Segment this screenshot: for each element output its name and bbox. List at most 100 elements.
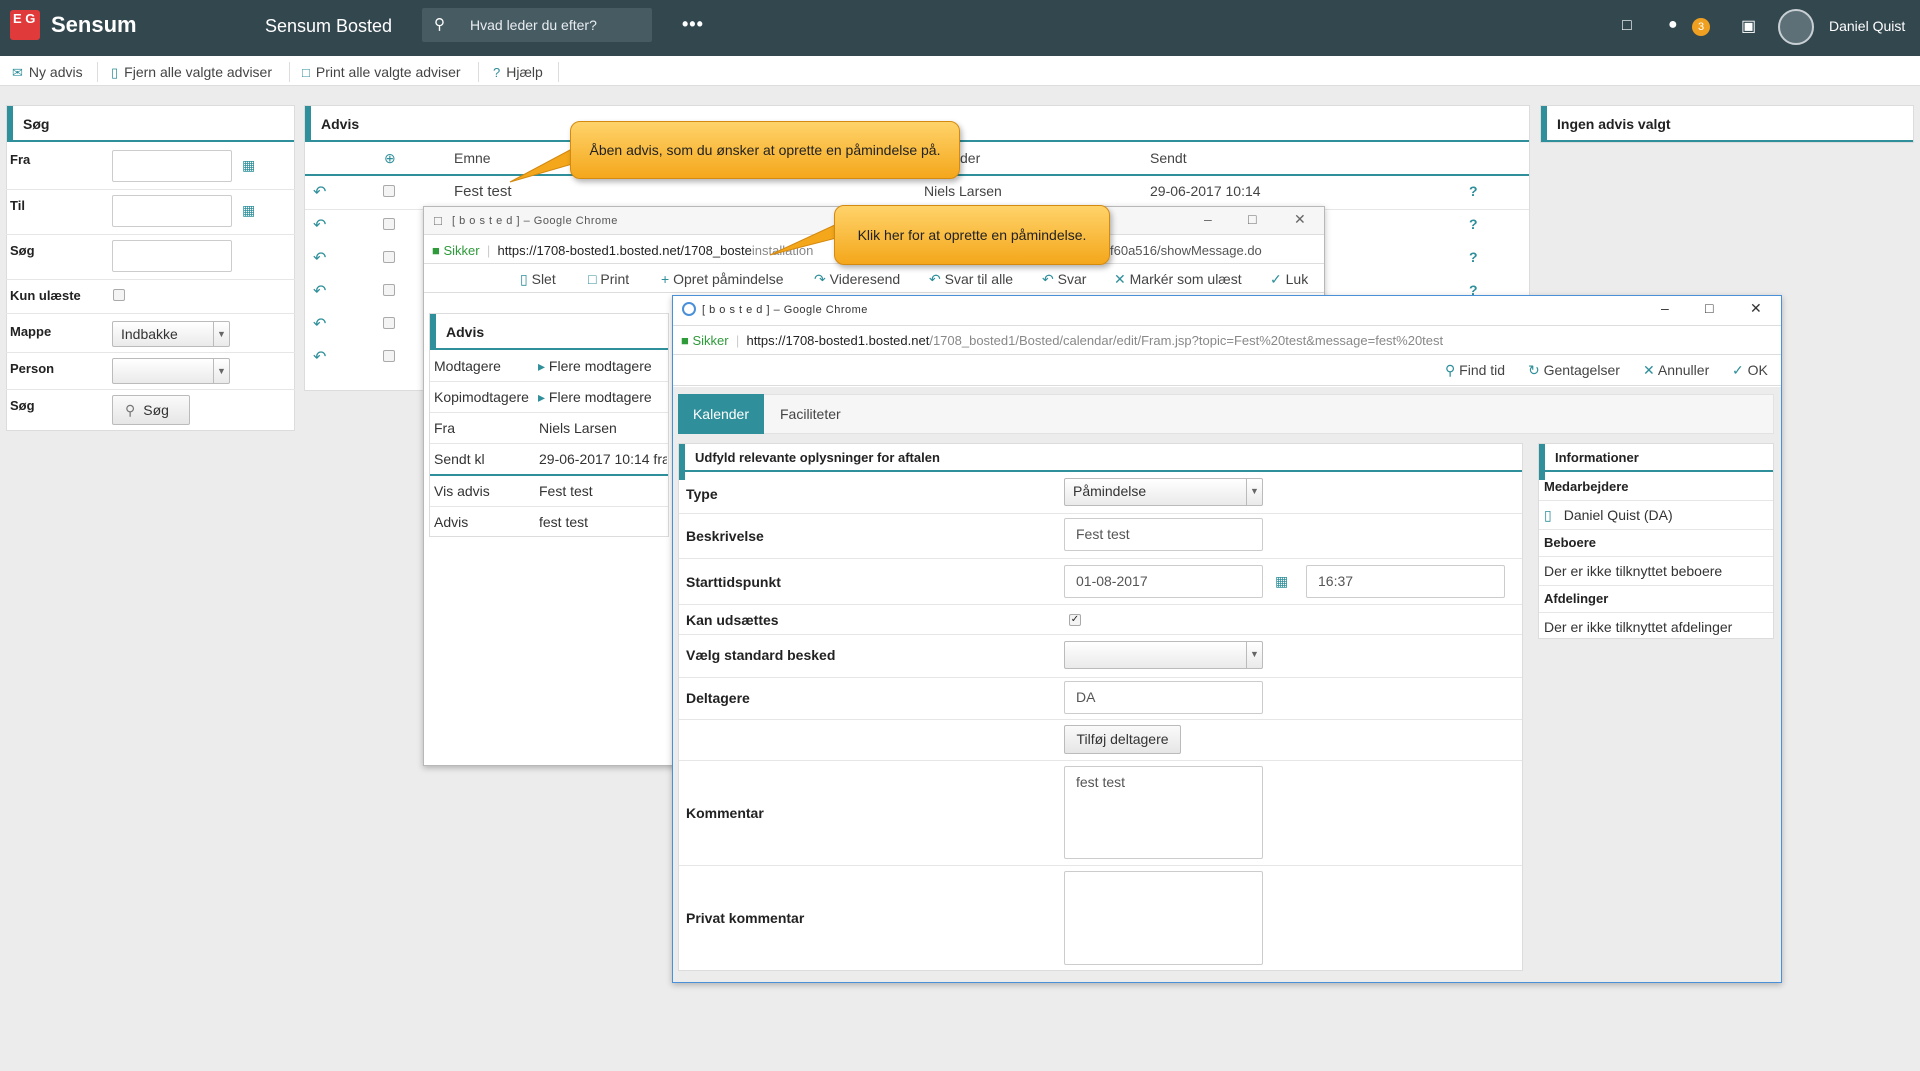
calendar-url[interactable]: ■ Sikker | https://1708-bosted1.bosted.n… <box>681 333 1443 348</box>
staff-name: Daniel Quist (DA) <box>1563 507 1673 523</box>
calendar-icon[interactable]: ▦ <box>1275 573 1288 590</box>
envelope-icon: ✉ <box>12 65 23 80</box>
recipients-value[interactable]: ▸ Flere modtagere <box>538 358 652 375</box>
comment-label: Kommentar <box>686 805 764 821</box>
standard-message-select[interactable]: ▼ <box>1064 641 1263 669</box>
row-help-icon[interactable]: ? <box>1469 183 1478 199</box>
forward-icon: ↷ <box>814 271 826 287</box>
type-select[interactable]: Påmindelse ▼ <box>1064 478 1263 506</box>
forward-button[interactable]: ↷ Videresend <box>814 271 900 288</box>
description-input[interactable]: Fest test <box>1064 518 1263 551</box>
info-panel-title: Informationer <box>1539 444 1773 480</box>
avatar[interactable] <box>1778 9 1814 45</box>
row-checkbox[interactable] <box>383 185 395 197</box>
folder-select[interactable]: Indbakke ▼ <box>112 321 230 347</box>
mark-unread-button[interactable]: ✕ Markér som ulæst <box>1114 271 1242 288</box>
new-advis-button[interactable]: ✉ Ny advis <box>12 63 83 81</box>
url-divider: | <box>486 243 491 258</box>
col-subject[interactable]: Emne <box>454 150 491 166</box>
can-postpone-checkbox[interactable]: ✓ <box>1069 614 1081 626</box>
reply-icon[interactable]: ↶ <box>313 182 326 202</box>
row-checkbox[interactable] <box>383 350 395 362</box>
calendar-icon[interactable]: ▦ <box>242 202 255 219</box>
find-time-button[interactable]: ⚲ Find tid <box>1445 362 1505 379</box>
row-checkbox[interactable] <box>383 218 395 230</box>
maximize-icon[interactable]: □ <box>1705 300 1713 316</box>
create-reminder-button[interactable]: + Opret påmindelse <box>661 271 784 287</box>
user-name[interactable]: Daniel Quist <box>1829 18 1905 34</box>
reply-icon[interactable]: ↶ <box>313 248 326 268</box>
reply-all-button[interactable]: ↶ Svar til alle <box>929 271 1013 288</box>
row-divider <box>1539 500 1773 501</box>
comment-textarea[interactable]: fest test <box>1064 766 1263 859</box>
row-checkbox[interactable] <box>383 317 395 329</box>
reply-icon[interactable]: ↶ <box>313 215 326 235</box>
app-logo-text[interactable]: Sensum <box>51 12 137 38</box>
participants-label: Deltagere <box>686 690 750 706</box>
private-comment-textarea[interactable] <box>1064 871 1263 965</box>
reply-icon[interactable]: ↶ <box>313 281 326 301</box>
search-icon[interactable]: ⚲ <box>434 15 445 33</box>
print-button[interactable]: □ Print <box>588 271 629 287</box>
search-button[interactable]: ⚲ Søg <box>112 395 190 425</box>
document-icon[interactable]: □ <box>1622 17 1632 35</box>
start-time-input[interactable]: 16:37 <box>1306 565 1505 598</box>
create-reminder-label: Opret påmindelse <box>673 271 784 287</box>
from-date-input[interactable] <box>112 150 232 182</box>
calendar-icon[interactable]: ▦ <box>242 157 255 174</box>
global-search-input[interactable] <box>470 11 640 39</box>
row-help-icon[interactable]: ? <box>1469 216 1478 232</box>
print-all-button[interactable]: □ Print alle valgte adviser <box>302 63 461 81</box>
row-help-icon[interactable]: ? <box>1469 249 1478 265</box>
close-message-button[interactable]: ✓ Luk <box>1270 271 1308 288</box>
add-circle-icon[interactable]: ⊕ <box>384 150 396 167</box>
reply-icon[interactable]: ↶ <box>313 347 326 367</box>
more-icon[interactable]: ••• <box>682 14 704 35</box>
close-icon[interactable]: ✕ <box>1750 300 1762 317</box>
notification-badge: 3 <box>1692 18 1710 36</box>
minimize-icon[interactable]: – <box>1661 300 1669 316</box>
chat-icon[interactable]: ● <box>1668 16 1678 34</box>
caret-right-icon: ▸ <box>538 358 546 374</box>
tab-facilities[interactable]: Faciliteter <box>780 406 841 422</box>
staff-label: Medarbejdere <box>1544 479 1629 494</box>
person-select[interactable]: ▼ <box>112 358 230 384</box>
col-sent[interactable]: Sendt <box>1150 150 1187 166</box>
col-sender[interactable]: der <box>960 150 980 166</box>
help-button[interactable]: ? Hjælp <box>493 63 543 81</box>
reply-icon[interactable]: ↶ <box>313 314 326 334</box>
calendar-icon[interactable]: ▣ <box>1741 16 1756 36</box>
cc-label: Kopimodtagere <box>434 389 529 405</box>
delete-button[interactable]: ▯ Slet <box>520 271 556 288</box>
minimize-icon[interactable]: – <box>1204 211 1212 227</box>
row-divider <box>679 558 1522 559</box>
message-detail-title: Advis <box>430 314 668 350</box>
cancel-button[interactable]: ✕ Annuller <box>1643 362 1709 379</box>
cc-value[interactable]: ▸ Flere modtagere <box>538 389 652 406</box>
unread-only-checkbox[interactable] <box>113 289 125 301</box>
print-label: Print <box>600 271 630 287</box>
maximize-icon[interactable]: □ <box>1248 211 1256 227</box>
message-window-url[interactable]: ■ Sikker | https://1708-bosted1.bosted.n… <box>432 243 813 258</box>
person-label: Person <box>10 361 55 376</box>
row-divider <box>430 381 668 382</box>
participants-input[interactable]: DA <box>1064 681 1263 714</box>
trash-icon: ▯ <box>520 271 528 287</box>
search-text-input[interactable] <box>112 240 232 272</box>
add-participants-button[interactable]: Tilføj deltagere <box>1064 725 1181 754</box>
start-date-input[interactable]: 01-08-2017 <box>1064 565 1263 598</box>
tab-calendar[interactable]: Kalender <box>678 394 764 434</box>
row-checkbox[interactable] <box>383 284 395 296</box>
reply-all-label: Svar til alle <box>944 271 1014 287</box>
trash-icon[interactable]: ▯ <box>1544 507 1552 523</box>
row-subject[interactable]: Fest test <box>454 183 512 200</box>
row-checkbox[interactable] <box>383 251 395 263</box>
to-date-input[interactable] <box>112 195 232 227</box>
chevron-down-icon: ▼ <box>1246 479 1262 505</box>
reply-button[interactable]: ↶ Svar <box>1042 271 1086 288</box>
row-divider <box>1539 612 1773 613</box>
repeats-button[interactable]: ↻ Gentagelser <box>1528 362 1620 379</box>
ok-button[interactable]: ✓ OK <box>1732 362 1768 379</box>
remove-all-button[interactable]: ▯ Fjern alle valgte adviser <box>111 63 272 81</box>
close-icon[interactable]: ✕ <box>1294 211 1306 228</box>
